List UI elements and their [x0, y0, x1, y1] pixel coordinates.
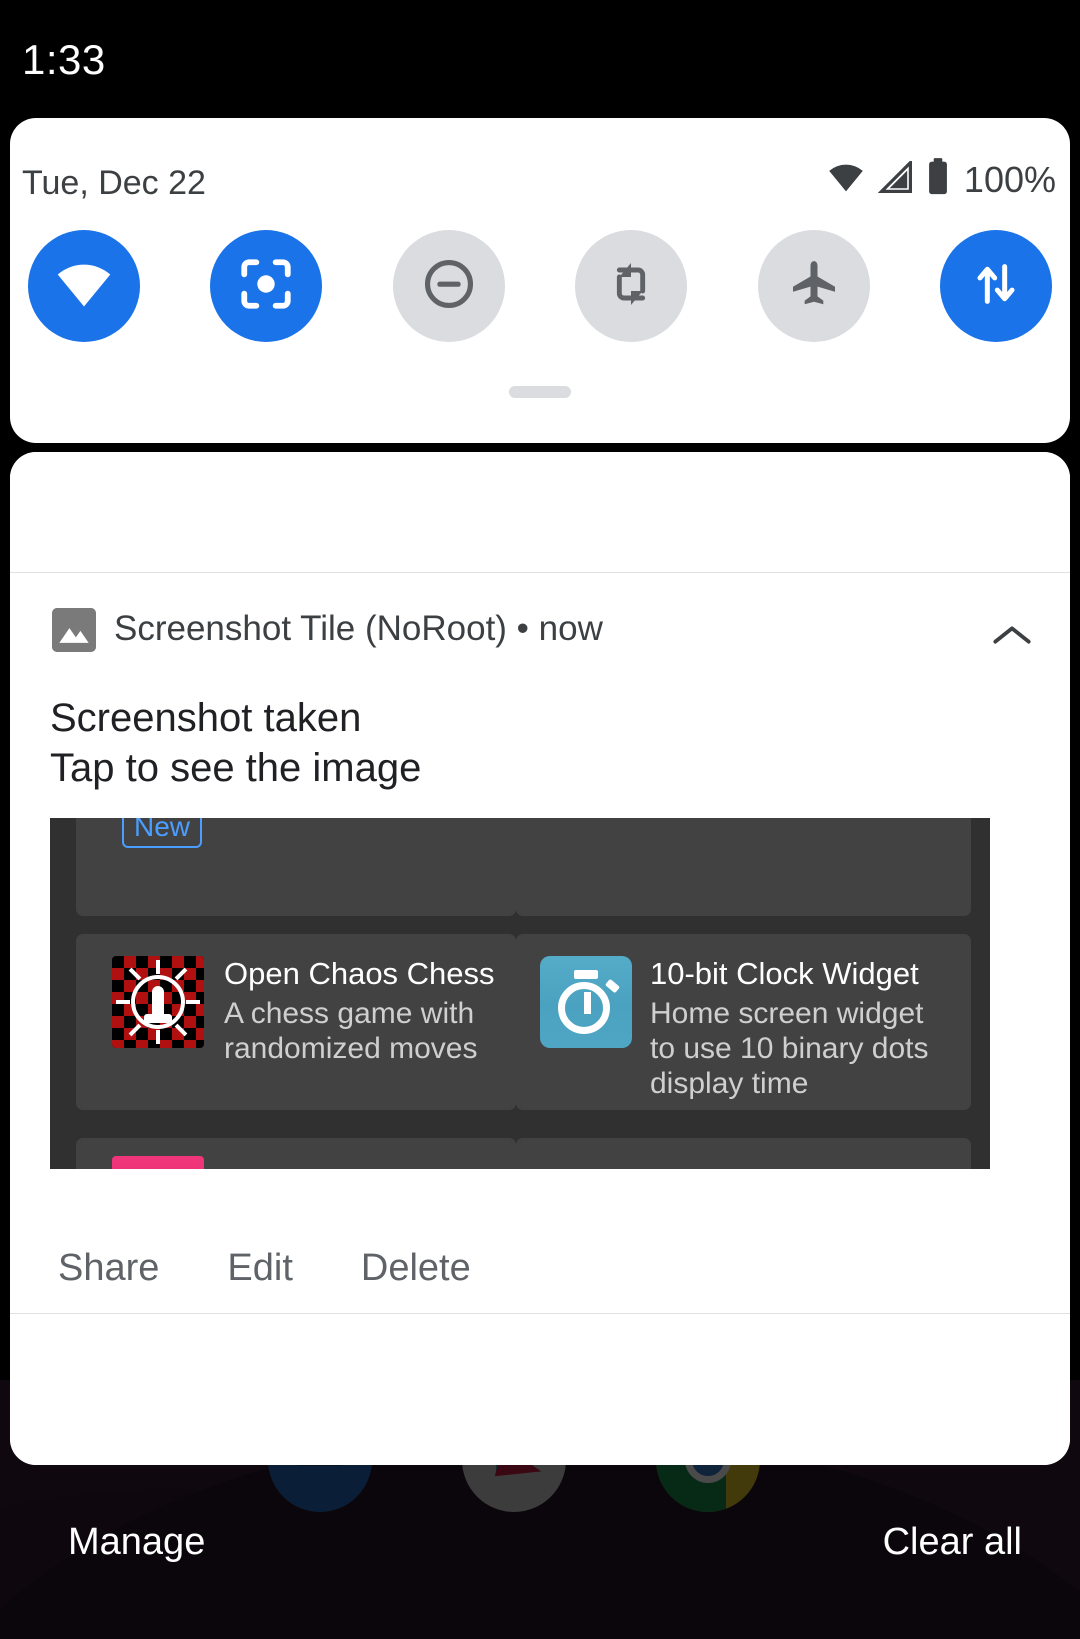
battery-icon [926, 158, 950, 201]
shade-footer: Manage Clear all [0, 1465, 1080, 1639]
wifi-icon [826, 161, 866, 198]
signal-icon [877, 158, 914, 198]
auto-rotate-icon [603, 256, 659, 317]
qs-tile-auto-rotate[interactable] [575, 230, 688, 342]
qs-tile-do-not-disturb[interactable] [392, 230, 505, 342]
notification-card[interactable]: Screenshot Tile (NoRoot) • now Screensho… [10, 452, 1070, 1465]
notification-top-spacer [10, 452, 1070, 572]
delete-button[interactable]: Delete [339, 1233, 493, 1304]
edit-button[interactable]: Edit [205, 1233, 314, 1304]
preview-card-topleft: New [76, 818, 516, 916]
qs-tile-mobile-data[interactable] [939, 230, 1052, 342]
notification-title: Screenshot taken [50, 696, 362, 740]
stopwatch-icon [540, 956, 632, 1048]
notification-bottom-spacer [10, 1314, 1070, 1465]
notification-app-title: Screenshot Tile (NoRoot) • now [114, 609, 603, 648]
chevron-up-icon[interactable] [990, 613, 1034, 657]
chess-board-icon [112, 956, 204, 1048]
manage-button[interactable]: Manage [68, 1521, 205, 1564]
status-bar-clock: 1:33 [22, 36, 106, 83]
qs-tile-airplane-mode[interactable] [757, 230, 870, 342]
preview-card-topright [516, 818, 971, 916]
do-not-disturb-icon [421, 256, 477, 317]
image-icon [52, 608, 96, 652]
preview-new-badge: New [122, 818, 203, 848]
notification-body-text: Tap to see the image [50, 746, 422, 790]
data-transfer-icon [970, 256, 1022, 317]
clear-all-button[interactable]: Clear all [883, 1521, 1022, 1564]
preview-card-clock: 10-bit Clock Widget Home screen widget t… [516, 934, 971, 1110]
qs-status-icon-group: 100% [826, 158, 1056, 201]
screenshot-icon [237, 255, 295, 318]
notification-header: Screenshot Tile (NoRoot) • now [10, 573, 1070, 691]
qs-tile-screenshot[interactable] [210, 230, 323, 342]
preview-card-bottomright [516, 1138, 971, 1169]
quick-settings-panel: Tue, Dec 22 100% [10, 118, 1070, 443]
quick-settings-drag-handle[interactable] [509, 386, 571, 398]
notification-big-picture[interactable]: New Open Chaos Chess A chess game with r… [50, 818, 990, 1169]
quick-settings-header: Tue, Dec 22 100% [10, 118, 1070, 228]
battery-percent-label: 100% [963, 158, 1056, 200]
preview-card-chess-title: Open Chaos Chess [224, 956, 495, 991]
share-button[interactable]: Share [36, 1233, 181, 1304]
preview-card-chess-desc: A chess game with randomized moves [224, 997, 478, 1065]
wifi-icon [53, 259, 115, 314]
qs-tile-wifi[interactable] [28, 230, 140, 342]
status-bar: 1:33 [0, 0, 1080, 118]
preview-card-bottomleft-icon [112, 1156, 204, 1169]
preview-card-bottomleft [76, 1138, 516, 1169]
preview-card-chess: Open Chaos Chess A chess game with rando… [76, 934, 516, 1110]
preview-card-clock-title: 10-bit Clock Widget [650, 956, 919, 991]
quick-settings-tile-row [10, 230, 1070, 360]
android-notification-shade: 1:33 Tue, Dec 22 100% Screenshot Tile (N… [0, 0, 1080, 1639]
preview-card-clock-desc: Home screen widget to use 10 binary dots… [650, 997, 929, 1100]
qs-date-label: Tue, Dec 22 [22, 164, 206, 202]
airplane-icon [786, 256, 842, 317]
